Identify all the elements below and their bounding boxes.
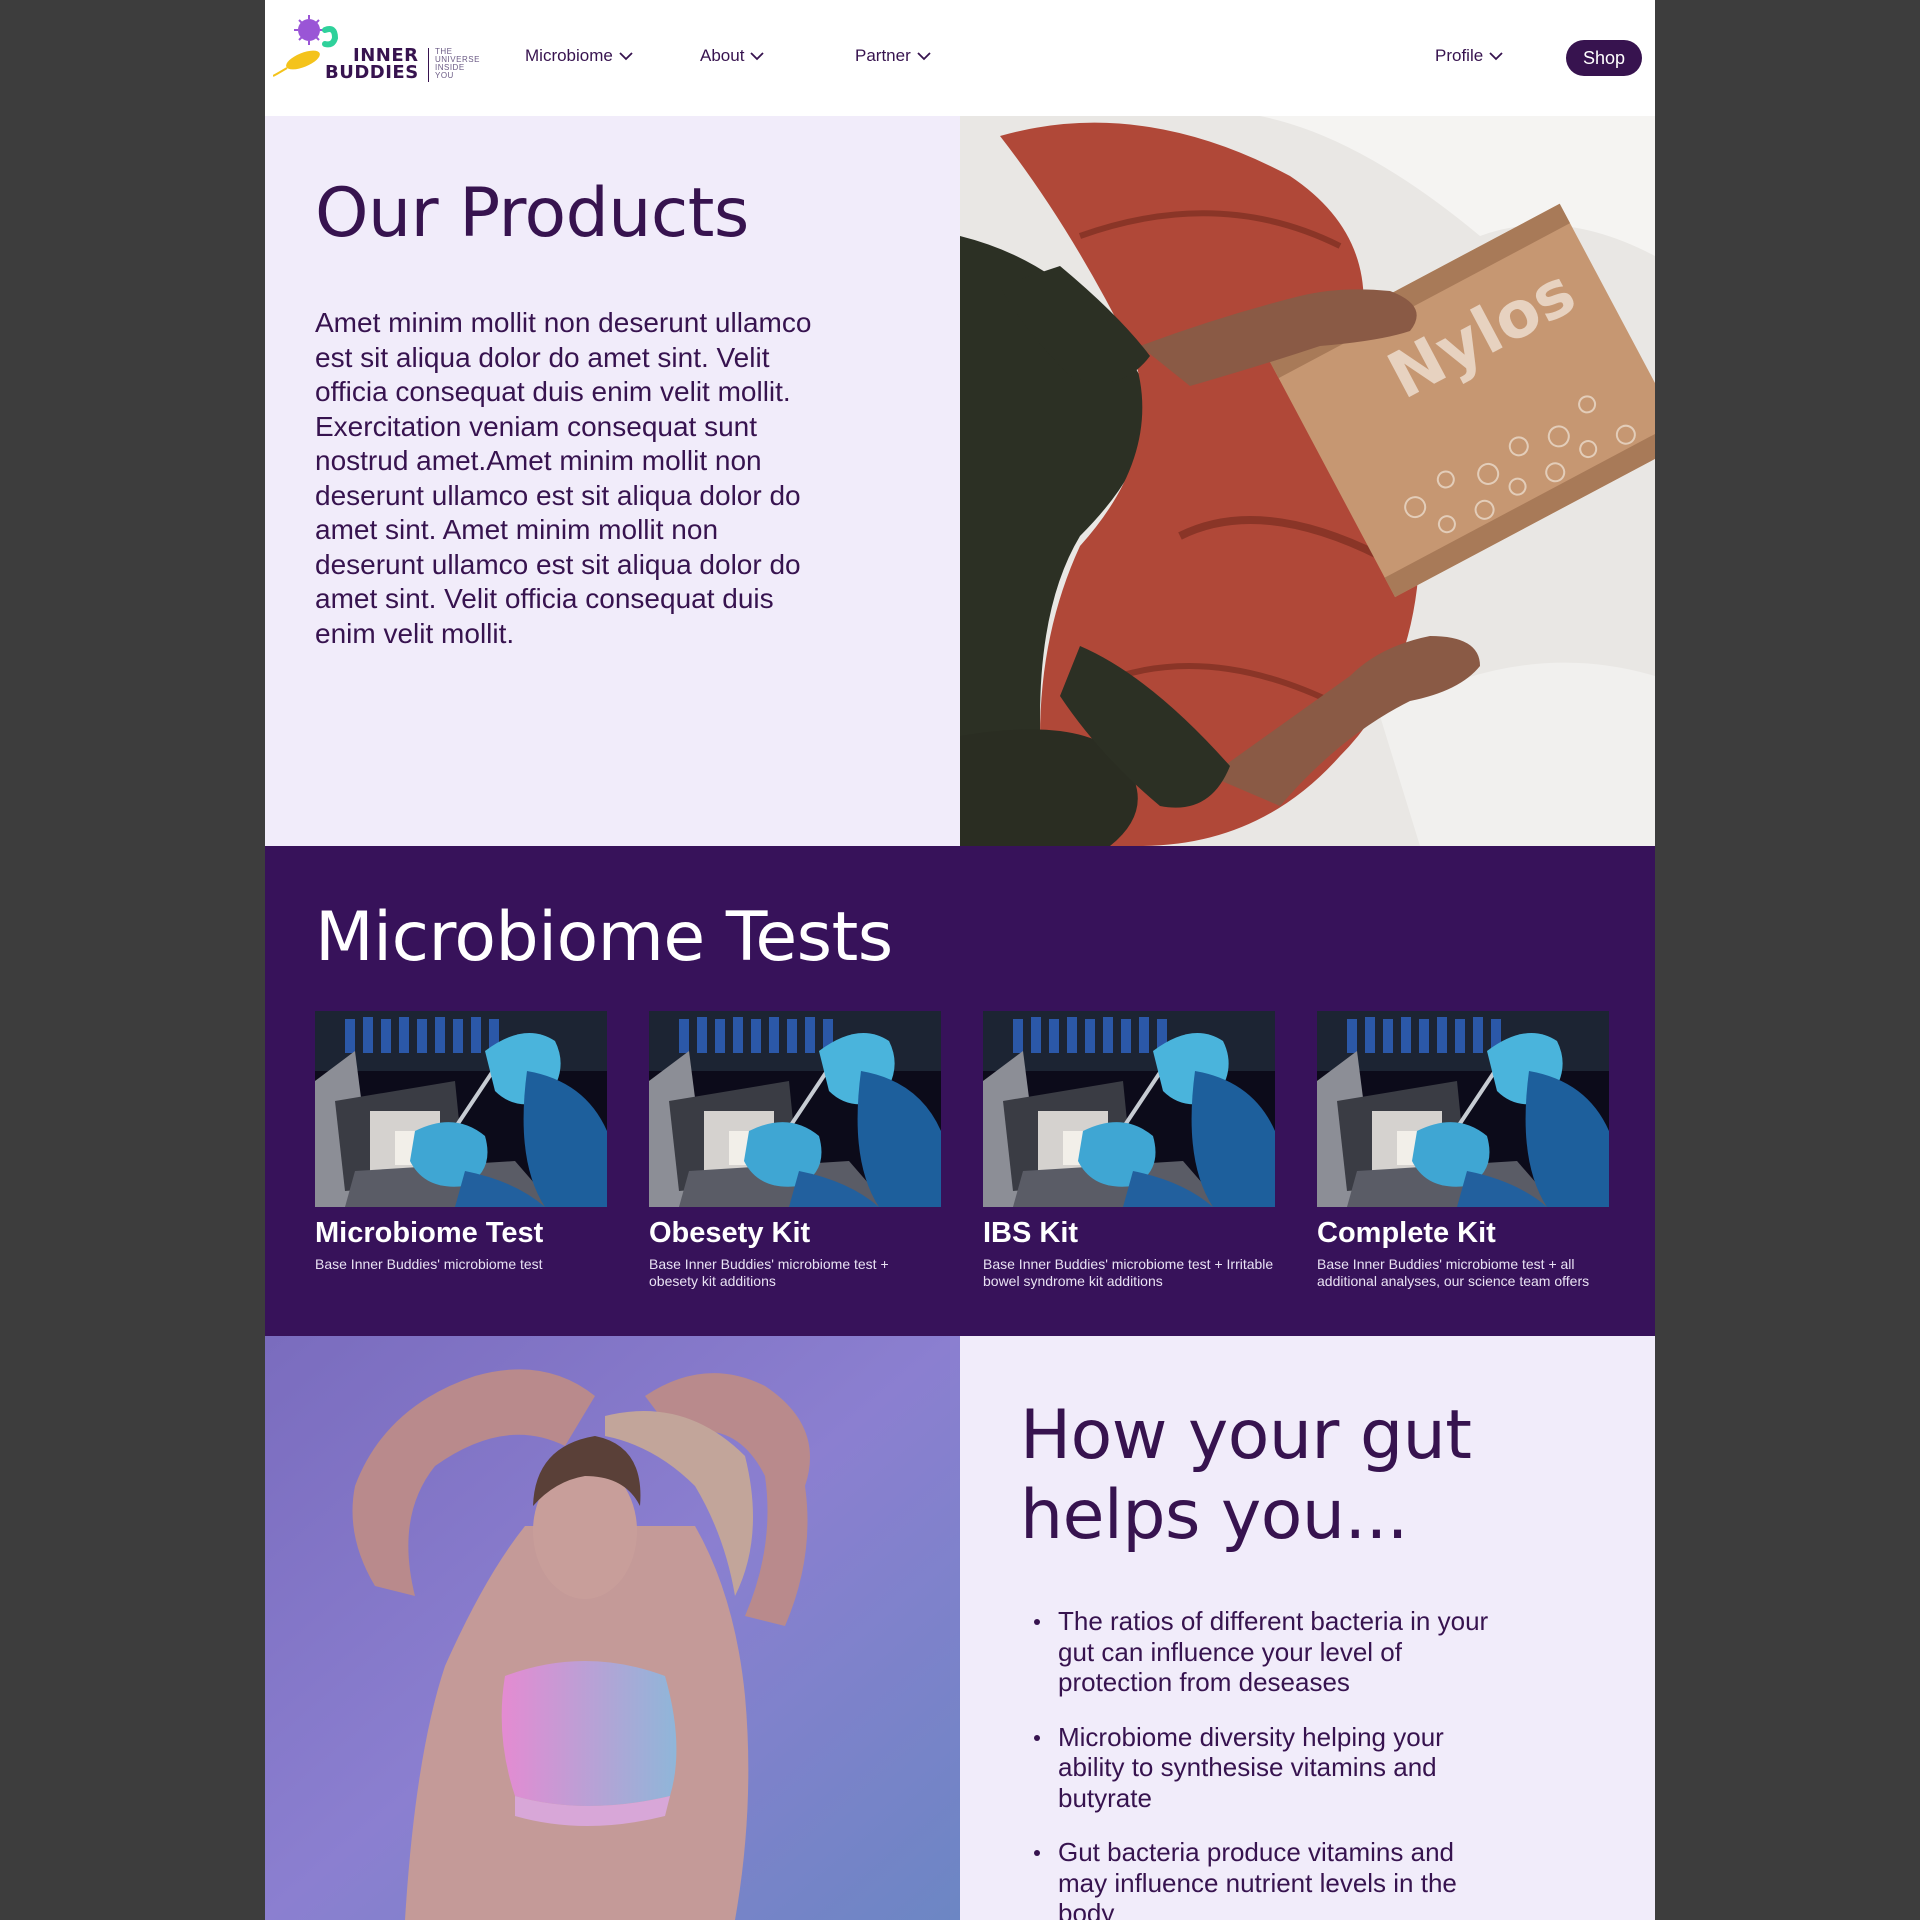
card-title: Microbiome Test xyxy=(315,1217,544,1249)
lab-photo xyxy=(983,1011,1275,1207)
brand-tagline: THE UNIVERSE INSIDE YOU xyxy=(435,47,480,80)
product-card-obesety-kit[interactable]: Obesety Kit Base Inner Buddies' microbio… xyxy=(649,1011,941,1290)
athlete-photo xyxy=(265,1336,960,1920)
card-description: Base Inner Buddies' microbiome test xyxy=(315,1256,543,1272)
nav-about[interactable]: About xyxy=(700,46,765,66)
shop-button[interactable]: Shop xyxy=(1566,40,1642,76)
nav-partner[interactable]: Partner xyxy=(855,46,931,66)
list-item: Microbiome diversity helping your abilit… xyxy=(1020,1722,1510,1814)
logo-divider xyxy=(428,48,429,82)
chevron-down-icon xyxy=(619,52,633,61)
bullet-icon xyxy=(1034,1734,1040,1741)
card-title: Obesety Kit xyxy=(649,1217,811,1249)
products-intro: Our Products Amet minim mollit non deser… xyxy=(265,116,960,846)
nav-microbiome[interactable]: Microbiome xyxy=(525,46,633,66)
top-nav: INNER BUDDIES THE UNIVERSE INSIDE YOU Mi… xyxy=(265,0,1655,116)
chevron-down-icon xyxy=(917,52,931,61)
page: INNER BUDDIES THE UNIVERSE INSIDE YOU Mi… xyxy=(265,0,1655,1920)
bullet-icon xyxy=(1034,1619,1040,1625)
product-card-microbiome-test[interactable]: Microbiome Test Base Inner Buddies' micr… xyxy=(315,1011,607,1273)
product-card-complete-kit[interactable]: Complete Kit Base Inner Buddies' microbi… xyxy=(1317,1011,1609,1290)
brand-name-line2: BUDDIES xyxy=(325,62,419,83)
card-title: IBS Kit xyxy=(983,1217,1079,1249)
bullet-icon xyxy=(1034,1850,1040,1856)
hero-photo-kit-box: Nylos xyxy=(960,116,1655,846)
nav-profile[interactable]: Profile xyxy=(1435,46,1503,66)
card-description: Base Inner Buddies' microbiome test + ob… xyxy=(649,1256,889,1289)
page-title: Our Products xyxy=(315,174,749,253)
lab-photo xyxy=(649,1011,941,1207)
microbiome-tests-section: Microbiome Tests Microbiome Test Base In… xyxy=(265,846,1655,1336)
brand-logo[interactable]: INNER BUDDIES THE UNIVERSE INSIDE YOU xyxy=(273,12,483,92)
list-item: Gut bacteria produce vitamins and may in… xyxy=(1020,1837,1510,1920)
card-title: Complete Kit xyxy=(1317,1217,1496,1249)
card-description: Base Inner Buddies' microbiome test + Ir… xyxy=(983,1256,1274,1289)
list-item: The ratios of different bacteria in your… xyxy=(1020,1606,1510,1698)
gut-benefits: How your gut helps you... The ratios of … xyxy=(960,1336,1655,1920)
section-title: Microbiome Tests xyxy=(315,898,893,977)
products-description: Amet minim mollit non deserunt ullamco e… xyxy=(315,307,812,649)
gut-title: How your gut helps you... xyxy=(1020,1396,1472,1555)
lab-photo xyxy=(1317,1011,1609,1207)
chevron-down-icon xyxy=(1489,52,1503,61)
benefits-list: The ratios of different bacteria in your… xyxy=(1020,1606,1510,1920)
lab-photo xyxy=(315,1011,607,1207)
card-description: Base Inner Buddies' microbiome test + al… xyxy=(1317,1256,1590,1289)
chevron-down-icon xyxy=(750,52,765,61)
product-card-ibs-kit[interactable]: IBS Kit Base Inner Buddies' microbiome t… xyxy=(983,1011,1275,1290)
